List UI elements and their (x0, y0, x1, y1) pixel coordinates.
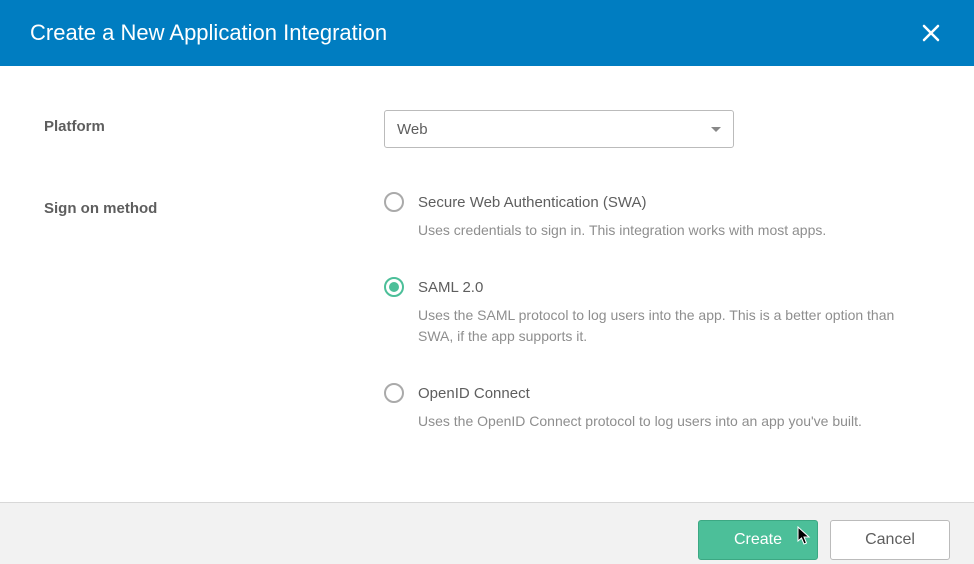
radio-oidc-label: OpenID Connect (418, 385, 530, 402)
radio-saml[interactable]: SAML 2.0 (384, 277, 930, 297)
radio-icon-selected (384, 277, 404, 297)
signon-option-saml: SAML 2.0 Uses the SAML protocol to log u… (384, 277, 930, 347)
platform-select[interactable]: Web (384, 110, 734, 148)
radio-swa[interactable]: Secure Web Authentication (SWA) (384, 192, 930, 212)
radio-swa-label: Secure Web Authentication (SWA) (418, 194, 646, 211)
modal-body: Platform Web Sign on method Secure Web A… (0, 66, 974, 503)
signon-row: Sign on method Secure Web Authentication… (44, 192, 930, 432)
cancel-button[interactable]: Cancel (830, 520, 950, 560)
radio-oidc-description: Uses the OpenID Connect protocol to log … (418, 411, 918, 432)
platform-row: Platform Web (44, 110, 930, 148)
chevron-down-icon (711, 127, 721, 132)
radio-swa-description: Uses credentials to sign in. This integr… (418, 220, 918, 241)
platform-input-col: Web (384, 110, 930, 148)
modal-header: Create a New Application Integration (0, 0, 974, 66)
radio-saml-label: SAML 2.0 (418, 279, 483, 296)
modal-footer: Create Cancel (0, 503, 974, 564)
platform-label: Platform (44, 110, 384, 135)
close-button[interactable] (914, 16, 948, 50)
radio-oidc[interactable]: OpenID Connect (384, 383, 930, 403)
radio-icon (384, 192, 404, 212)
create-app-integration-modal: Create a New Application Integration Pla… (0, 0, 974, 564)
radio-icon (384, 383, 404, 403)
create-button[interactable]: Create (698, 520, 818, 560)
radio-saml-description: Uses the SAML protocol to log users into… (418, 305, 918, 347)
signon-option-swa: Secure Web Authentication (SWA) Uses cre… (384, 192, 930, 241)
close-icon (922, 24, 940, 42)
signon-label: Sign on method (44, 192, 384, 217)
signon-option-oidc: OpenID Connect Uses the OpenID Connect p… (384, 383, 930, 432)
modal-title: Create a New Application Integration (30, 20, 387, 46)
signon-options: Secure Web Authentication (SWA) Uses cre… (384, 192, 930, 432)
platform-select-value: Web (397, 121, 428, 138)
